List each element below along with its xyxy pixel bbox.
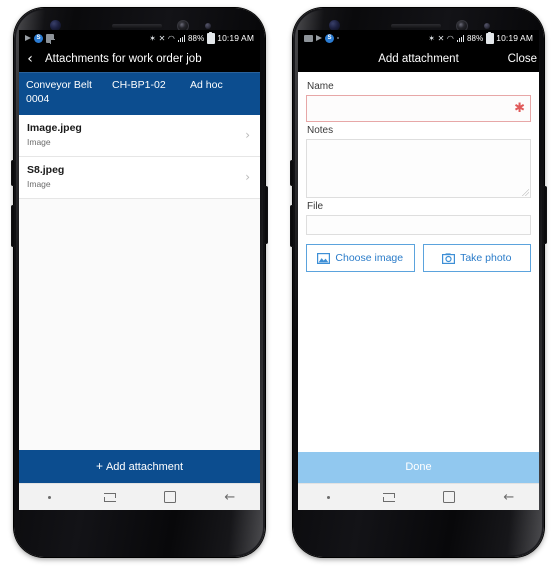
wifi-icon: ◠ [167, 33, 176, 43]
left-content-spacer [19, 199, 260, 450]
battery-icon [485, 31, 494, 44]
recents-icon[interactable] [358, 492, 418, 502]
attachment-name: Image.jpeg [27, 122, 82, 134]
chevron-right-icon: › [245, 128, 250, 142]
left-phone-screen: ✶ ✕ ◠ 88% 10:19 AM ‹ Attachments for wor… [19, 30, 260, 510]
nav-dot-indicator [298, 495, 358, 499]
work-order-code: CH-BP1-02 [112, 79, 166, 91]
back-icon[interactable]: ‹ [19, 52, 41, 66]
back-icon[interactable]: ← [479, 491, 539, 504]
page-title: Attachments for work order job [45, 53, 202, 65]
left-navigation-bar: ← [19, 483, 260, 510]
add-attachment-form: Name ✱ Notes File Choose image Take phot… [298, 72, 539, 272]
left-phone-volume-button[interactable] [11, 205, 15, 247]
left-app-bar: ‹ Attachments for work order job [19, 46, 260, 72]
attachment-name: S8.jpeg [27, 164, 65, 176]
mute-icon: ✕ [437, 33, 445, 43]
choose-image-button[interactable]: Choose image [306, 244, 415, 272]
work-order-type: Ad hoc [190, 79, 223, 91]
right-status-bar: ✶ ✕ ◠ 88% 10:19 AM [298, 30, 539, 46]
add-attachment-button[interactable]: + Add attachment [19, 450, 260, 483]
list-item[interactable]: S8.jpeg Image › [19, 157, 260, 199]
signal-icon [177, 35, 186, 42]
work-order-number: 0004 [26, 93, 50, 105]
battery-percent-label: 88% [187, 33, 205, 43]
home-icon[interactable] [419, 491, 479, 503]
two-phone-stage: ✶ ✕ ◠ 88% 10:19 AM ‹ Attachments for wor… [0, 0, 558, 570]
file-field-label: File [307, 201, 324, 212]
work-order-banner[interactable]: Conveyor Belt CH-BP1-02 Ad hoc 0004 [19, 72, 260, 115]
skype-icon [34, 33, 43, 43]
page-title: Add attachment [378, 53, 459, 65]
work-order-asset: Conveyor Belt [26, 79, 92, 91]
home-icon[interactable] [140, 491, 200, 503]
right-phone-bixby-button[interactable] [290, 160, 294, 186]
battery-percent-label: 88% [466, 33, 484, 43]
right-phone-screen: ✶ ✕ ◠ 88% 10:19 AM Add attachment Close [298, 30, 539, 510]
wifi-icon: ◠ [446, 33, 455, 43]
bluetooth-icon: ✶ [428, 33, 436, 43]
add-attachment-label: Add attachment [105, 461, 184, 473]
picture-icon [317, 252, 331, 264]
required-asterisk-icon: ✱ [514, 101, 525, 116]
clock-label: 10:19 AM [496, 33, 533, 43]
left-phone-power-button[interactable] [264, 186, 268, 244]
battery-icon [206, 31, 215, 44]
document-icon [46, 33, 55, 44]
dot-icon [337, 37, 339, 39]
clock-label: 10:19 AM [217, 33, 254, 43]
bluetooth-icon: ✶ [149, 33, 157, 43]
camera-icon [442, 252, 456, 264]
back-icon[interactable]: ← [200, 491, 260, 504]
plus-icon: + [95, 459, 103, 473]
play-store-icon [25, 35, 31, 41]
nav-dot-indicator [19, 495, 79, 499]
proximity-sensor-icon [205, 23, 211, 29]
skype-icon [325, 33, 334, 43]
right-phone-power-button[interactable] [543, 186, 547, 244]
take-photo-button[interactable]: Take photo [422, 244, 531, 272]
choose-image-label: Choose image [335, 252, 404, 264]
attachment-list: Image.jpeg Image › S8.jpeg Image › [19, 115, 260, 199]
take-photo-label: Take photo [460, 252, 512, 264]
right-phone-volume-button[interactable] [290, 205, 294, 247]
file-input[interactable] [306, 215, 531, 235]
play-store-icon [316, 35, 322, 41]
notes-textarea[interactable] [306, 139, 531, 198]
right-content-spacer [298, 272, 539, 452]
attachment-type: Image [27, 137, 51, 147]
left-status-bar: ✶ ✕ ◠ 88% 10:19 AM [19, 30, 260, 46]
image-icon [304, 34, 313, 42]
name-input[interactable]: ✱ [306, 95, 531, 122]
recents-icon[interactable] [79, 492, 139, 502]
mute-icon: ✕ [158, 33, 166, 43]
right-navigation-bar: ← [298, 483, 539, 510]
attachment-type: Image [27, 179, 51, 189]
file-action-row: Choose image Take photo [306, 244, 531, 272]
signal-icon [456, 35, 465, 42]
earpiece-speaker [391, 24, 441, 28]
notes-field-label: Notes [307, 125, 334, 136]
left-phone-bixby-button[interactable] [11, 160, 15, 186]
close-button[interactable]: Close [508, 53, 539, 65]
list-item[interactable]: Image.jpeg Image › [19, 115, 260, 157]
earpiece-speaker [112, 24, 162, 28]
phone-right: ✶ ✕ ◠ 88% 10:19 AM Add attachment Close [279, 0, 558, 570]
proximity-sensor-icon [484, 23, 490, 29]
phone-left: ✶ ✕ ◠ 88% 10:19 AM ‹ Attachments for wor… [0, 0, 279, 570]
right-app-bar: Add attachment Close [298, 46, 539, 72]
chevron-right-icon: › [245, 170, 250, 184]
name-field-label: Name [307, 81, 334, 92]
done-button[interactable]: Done [298, 452, 539, 483]
